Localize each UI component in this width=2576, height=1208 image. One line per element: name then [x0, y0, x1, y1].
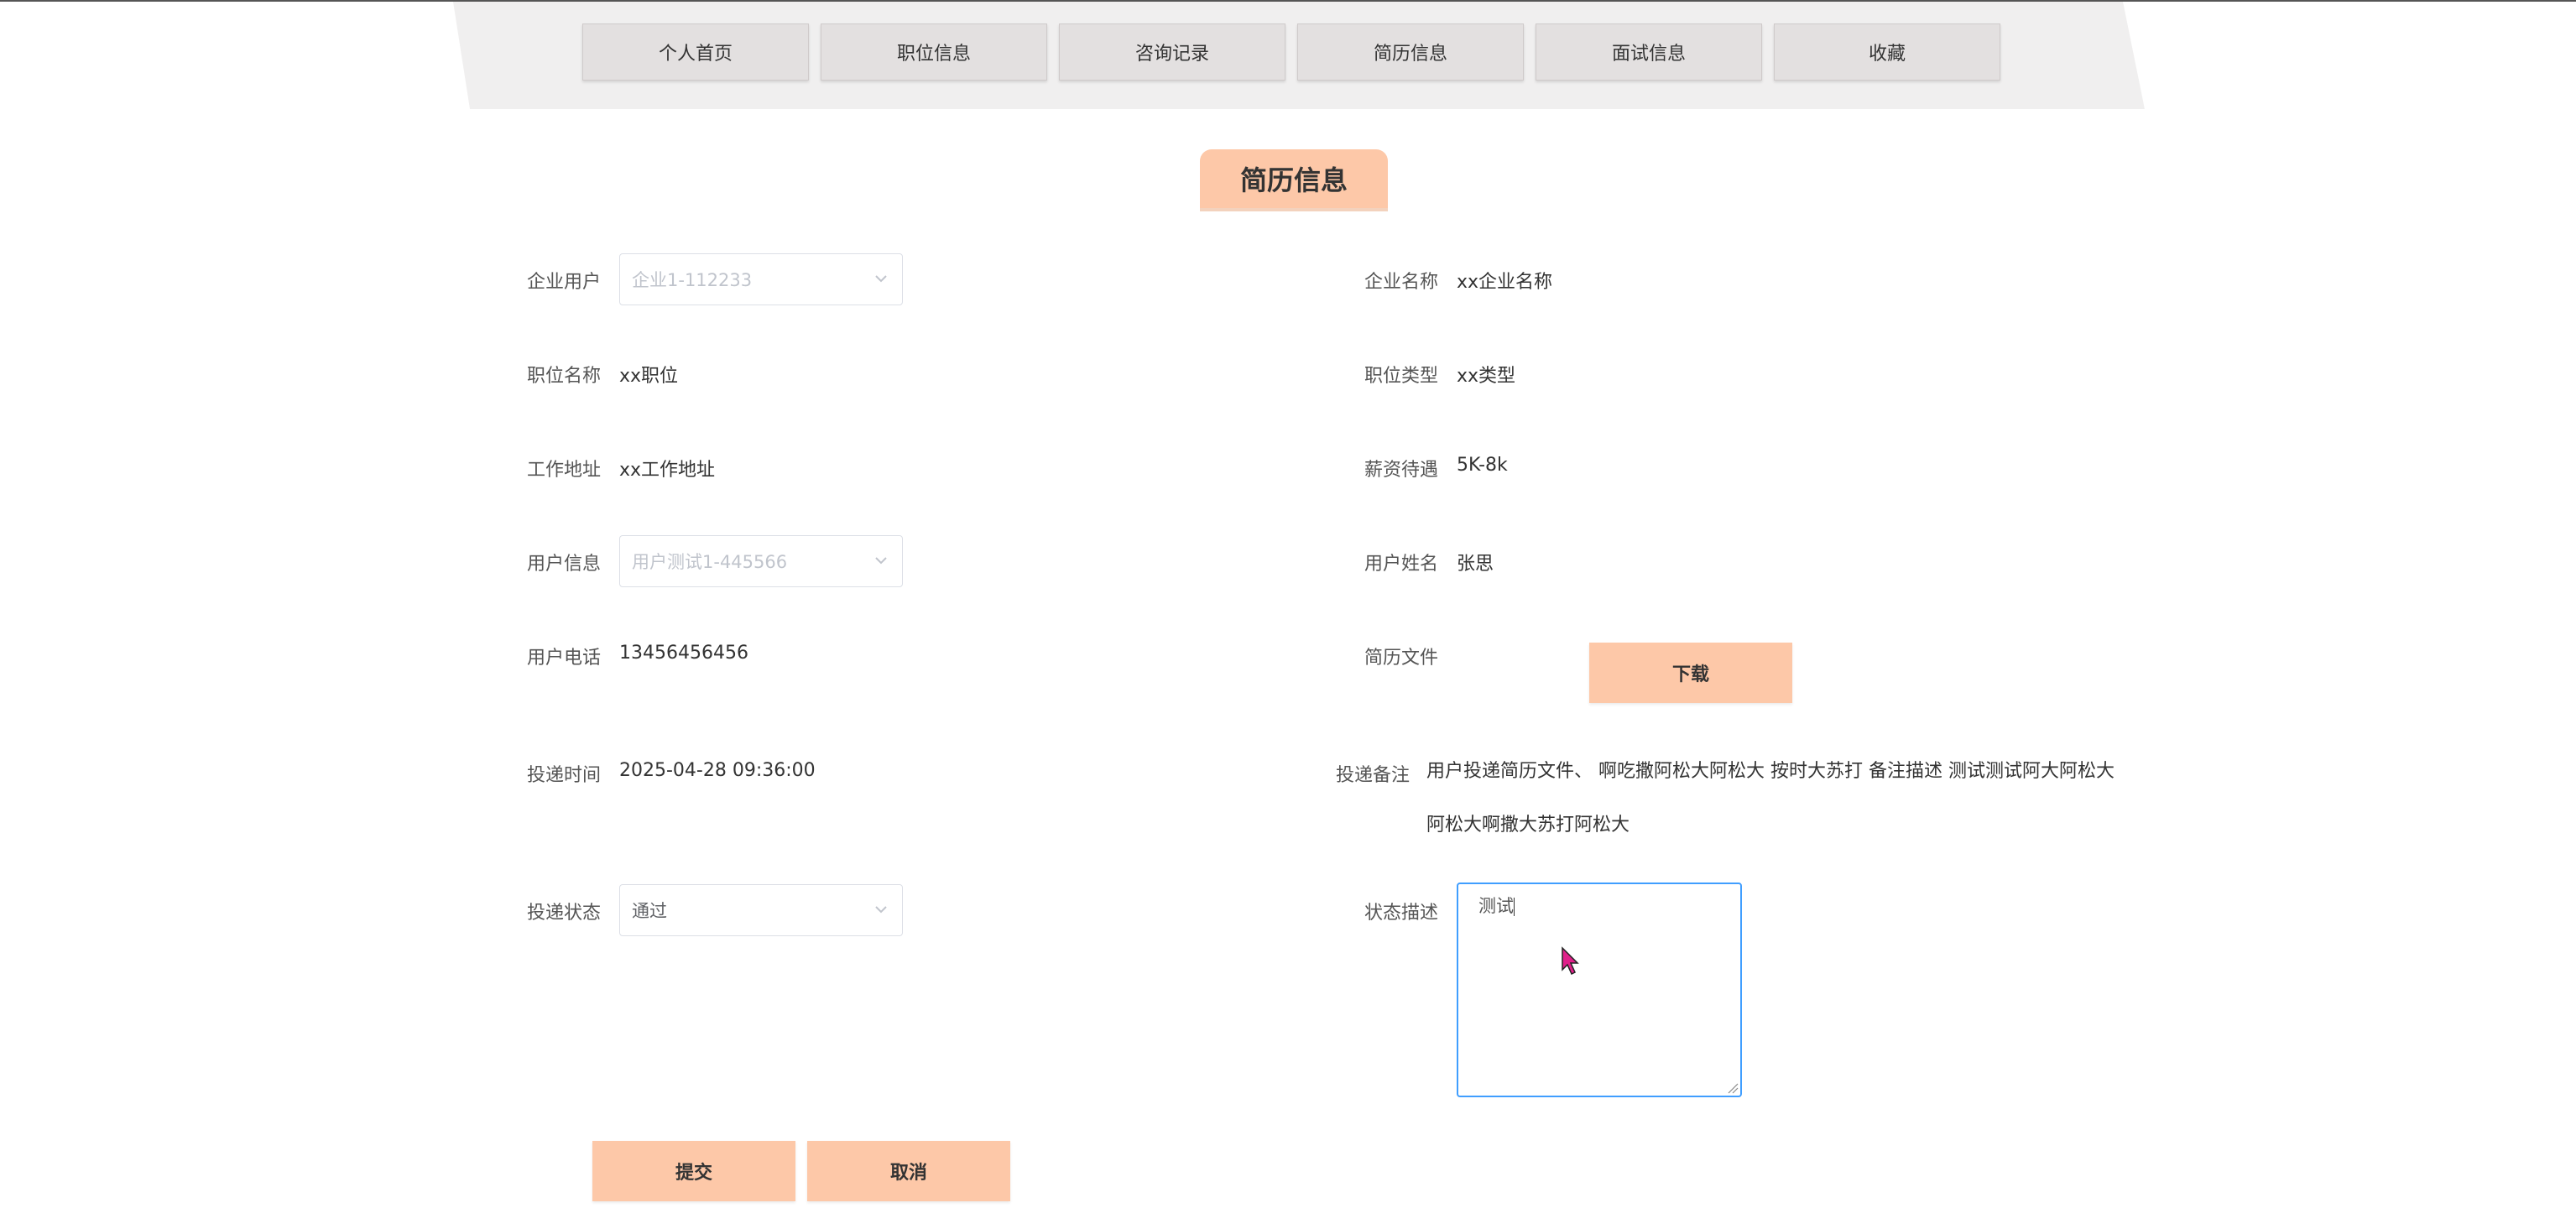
status-desc-text: 测试	[1478, 896, 1514, 916]
job-name-value: xx职位	[619, 366, 679, 387]
job-name-label: 职位名称	[527, 366, 602, 387]
user-info-label: 用户信息	[527, 554, 602, 575]
work-address-label: 工作地址	[527, 460, 602, 481]
chevron-down-icon	[875, 557, 887, 565]
user-info-select-value: 用户测试1-445566	[632, 552, 788, 572]
user-name-value: 张思	[1457, 554, 1494, 575]
mouse-pointer-icon	[1562, 946, 1579, 976]
delivery-status-select-value: 通过	[632, 901, 667, 921]
status-desc-textarea[interactable]: 测试	[1457, 883, 1742, 1097]
tab-resume-info[interactable]: 简历信息	[1297, 23, 1524, 81]
delivery-remark-label: 投递备注	[1336, 765, 1411, 786]
tab-home[interactable]: 个人首页	[582, 23, 809, 81]
company-user-label: 企业用户	[527, 272, 602, 293]
status-desc-label: 状态描述	[1364, 903, 1439, 924]
salary-value: 5K-8k	[1457, 455, 1508, 476]
job-type-label: 职位类型	[1364, 366, 1439, 387]
tab-job-info[interactable]: 职位信息	[821, 23, 1047, 81]
job-type-value: xx类型	[1457, 366, 1516, 387]
submit-button[interactable]: 提交	[592, 1141, 795, 1201]
tab-interview-info[interactable]: 面试信息	[1536, 23, 1762, 81]
chevron-down-icon	[875, 906, 887, 914]
delivery-time-value: 2025-04-28 09:36:00	[619, 760, 816, 781]
cancel-button[interactable]: 取消	[807, 1141, 1010, 1201]
tab-consult-records[interactable]: 咨询记录	[1059, 23, 1285, 81]
top-nav: 个人首页 职位信息 咨询记录 简历信息 面试信息 收藏	[582, 23, 2000, 81]
company-user-select-value: 企业1-112233	[632, 270, 753, 290]
user-phone-value: 13456456456	[619, 643, 748, 664]
delivery-remark-value: 用户投递简历文件、 啊吃撒阿松大阿松大 按时大苏打 备注描述 测试测试阿大阿松大…	[1426, 761, 2115, 836]
chevron-down-icon	[875, 275, 887, 283]
company-user-select: 企业1-112233	[619, 253, 903, 305]
user-name-label: 用户姓名	[1364, 554, 1439, 575]
download-button[interactable]: 下载	[1589, 643, 1792, 703]
salary-label: 薪资待遇	[1364, 460, 1439, 481]
resume-file-label: 简历文件	[1364, 648, 1439, 669]
work-address-value: xx工作地址	[619, 460, 716, 481]
resize-grip-icon[interactable]	[1727, 1082, 1739, 1094]
user-phone-label: 用户电话	[527, 648, 602, 669]
text-caret	[1514, 898, 1515, 916]
company-name-value: xx企业名称	[1457, 272, 1553, 293]
company-name-label: 企业名称	[1364, 272, 1439, 293]
user-info-select: 用户测试1-445566	[619, 535, 903, 587]
delivery-status-select[interactable]: 通过	[619, 884, 903, 936]
delivery-status-label: 投递状态	[527, 903, 602, 924]
page-title: 简历信息	[1200, 149, 1388, 211]
tab-favorites[interactable]: 收藏	[1774, 23, 2000, 81]
delivery-time-label: 投递时间	[527, 765, 602, 786]
